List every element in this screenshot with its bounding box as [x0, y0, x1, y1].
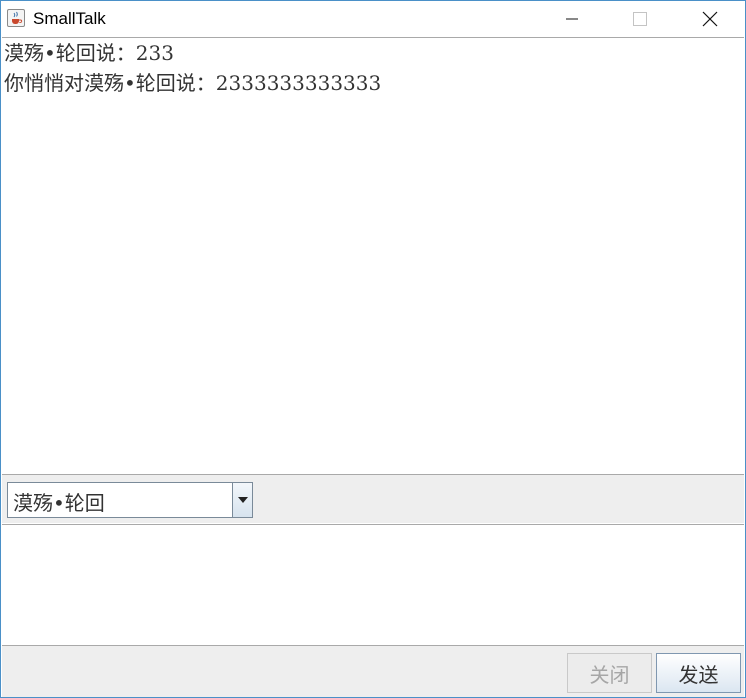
- minimize-button[interactable]: [549, 1, 595, 37]
- chat-window: SmallTalk 漠殇•轮回说：233 你悄悄对漠殇•轮回说：23333333…: [0, 0, 746, 698]
- close-icon: [702, 11, 718, 27]
- maximize-button[interactable]: [617, 1, 663, 37]
- close-window-button[interactable]: [687, 1, 733, 37]
- recipient-dropdown-arrow[interactable]: [232, 483, 252, 517]
- java-coffee-icon: [7, 9, 25, 27]
- recipient-bar: 漠殇•轮回: [2, 475, 744, 523]
- message-line: 你悄悄对漠殇•轮回说：2333333333333: [4, 71, 382, 95]
- window-title: SmallTalk: [33, 9, 106, 28]
- message-line: 漠殇•轮回说：233: [4, 41, 174, 65]
- title-bar[interactable]: SmallTalk: [1, 1, 745, 37]
- minimize-icon: [566, 18, 578, 20]
- close-button[interactable]: 关闭: [567, 653, 652, 693]
- button-bar: 关闭 发送: [2, 646, 744, 697]
- chevron-down-icon: [237, 497, 248, 503]
- maximize-icon: [633, 12, 647, 26]
- message-input[interactable]: [2, 524, 744, 646]
- send-button[interactable]: 发送: [656, 653, 741, 693]
- recipient-selected-value: 漠殇•轮回: [13, 491, 105, 515]
- recipient-select[interactable]: 漠殇•轮回: [7, 482, 253, 518]
- message-history[interactable]: 漠殇•轮回说：233 你悄悄对漠殇•轮回说：2333333333333: [2, 37, 744, 475]
